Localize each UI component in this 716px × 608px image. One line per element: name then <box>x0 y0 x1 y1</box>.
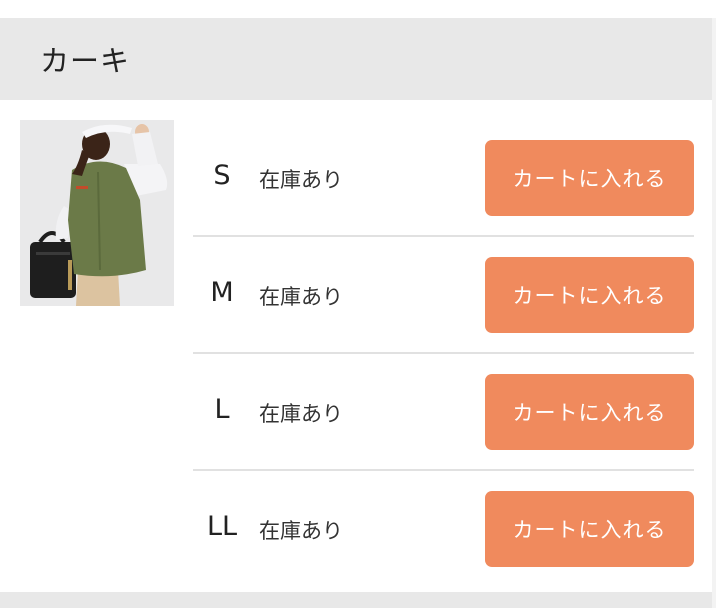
size-label: S <box>213 160 231 191</box>
stock-status: 在庫あり <box>259 402 343 426</box>
next-section-header <box>0 592 712 608</box>
size-row-ll: LL 在庫あり カートに入れる <box>193 471 694 588</box>
size-label: M <box>210 277 234 308</box>
product-variant-panel: カーキ S 在庫あり カートに入れる M 在庫あり カートに入れる L 在庫あり… <box>0 0 716 608</box>
size-label: LL <box>206 511 238 542</box>
size-label: L <box>214 394 230 425</box>
product-photo-illustration <box>20 120 174 306</box>
stock-status: 在庫あり <box>259 285 343 309</box>
add-to-cart-button-l[interactable]: カートに入れる <box>485 374 694 450</box>
add-to-cart-button-m[interactable]: カートに入れる <box>485 257 694 333</box>
color-name: カーキ <box>40 44 131 78</box>
scroll-edge <box>712 18 716 608</box>
size-row-s: S 在庫あり カートに入れる <box>193 120 694 237</box>
product-thumbnail[interactable] <box>20 120 174 306</box>
size-row-m: M 在庫あり カートに入れる <box>193 237 694 354</box>
size-row-l: L 在庫あり カートに入れる <box>193 354 694 471</box>
add-to-cart-button-s[interactable]: カートに入れる <box>485 140 694 216</box>
color-section-header: カーキ <box>0 18 712 100</box>
size-list: S 在庫あり カートに入れる M 在庫あり カートに入れる L 在庫あり カート… <box>193 120 694 588</box>
stock-status: 在庫あり <box>259 168 343 192</box>
add-to-cart-button-ll[interactable]: カートに入れる <box>485 491 694 567</box>
stock-status: 在庫あり <box>259 519 343 543</box>
